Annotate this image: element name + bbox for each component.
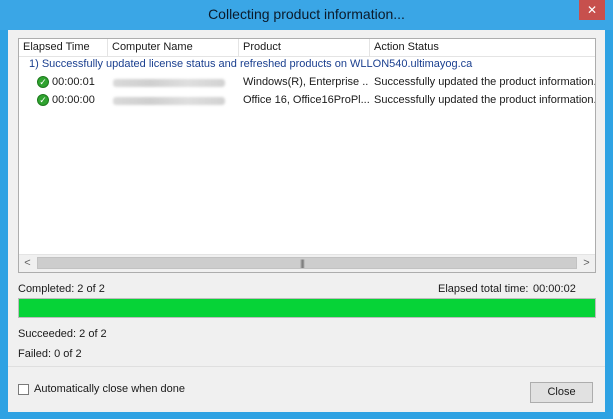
group-header: 1) Successfully updated license status a…: [29, 58, 473, 70]
progress-bar: [18, 298, 596, 318]
computer-name-redacted: [113, 97, 225, 105]
succeeded-count: Succeeded: 2 of 2: [18, 328, 107, 340]
scroll-left-icon[interactable]: <: [19, 255, 36, 272]
dialog-content: Elapsed Time Computer Name Product Actio…: [8, 30, 605, 366]
column-header-computer-name[interactable]: Computer Name: [108, 39, 239, 56]
title-bar[interactable]: Collecting product information... ✕: [0, 0, 613, 30]
table-row[interactable]: ✓ 00:00:00 Office 16, Office16ProPl... S…: [19, 92, 595, 109]
auto-close-checkbox[interactable]: [18, 384, 29, 395]
failed-count: Failed: 0 of 2: [18, 348, 82, 360]
auto-close-label[interactable]: Automatically close when done: [34, 383, 185, 395]
success-check-icon: ✓: [37, 76, 49, 88]
horizontal-scrollbar[interactable]: < ||| >: [19, 254, 595, 272]
action-status-cell: Successfully updated the product informa…: [374, 76, 595, 88]
success-check-icon: ✓: [37, 94, 49, 106]
elapsed-time-cell: 00:00:01: [52, 76, 95, 88]
window-close-icon[interactable]: ✕: [579, 0, 605, 20]
dialog-client-area: Elapsed Time Computer Name Product Actio…: [8, 30, 605, 412]
dialog-window: Collecting product information... ✕ Elap…: [0, 0, 613, 419]
column-header-product[interactable]: Product: [239, 39, 370, 56]
scrollbar-thumb[interactable]: |||: [37, 257, 577, 269]
elapsed-time-cell: 00:00:00: [52, 94, 95, 106]
close-button[interactable]: Close: [530, 382, 593, 403]
completed-count: Completed: 2 of 2: [18, 283, 105, 295]
progress-fill: [19, 299, 595, 317]
results-list-view[interactable]: Elapsed Time Computer Name Product Actio…: [18, 38, 596, 273]
action-status-cell: Successfully updated the product informa…: [374, 94, 595, 106]
elapsed-total-label: Elapsed total time:: [438, 283, 529, 295]
dialog-footer: Automatically close when done Close: [8, 366, 605, 412]
column-header-action-status[interactable]: Action Status: [370, 39, 595, 56]
computer-name-redacted: [113, 79, 225, 87]
elapsed-total-value: 00:00:02: [533, 283, 576, 295]
table-row[interactable]: ✓ 00:00:01 Windows(R), Enterprise ... Su…: [19, 74, 595, 91]
scrollbar-grip-icon: |||: [300, 258, 305, 268]
scroll-right-icon[interactable]: >: [578, 255, 595, 272]
column-header-elapsed-time[interactable]: Elapsed Time: [19, 39, 108, 56]
list-header: Elapsed Time Computer Name Product Actio…: [19, 39, 595, 57]
product-cell: Windows(R), Enterprise ...: [243, 76, 369, 88]
window-title: Collecting product information...: [208, 6, 405, 22]
product-cell: Office 16, Office16ProPl...: [243, 94, 369, 106]
